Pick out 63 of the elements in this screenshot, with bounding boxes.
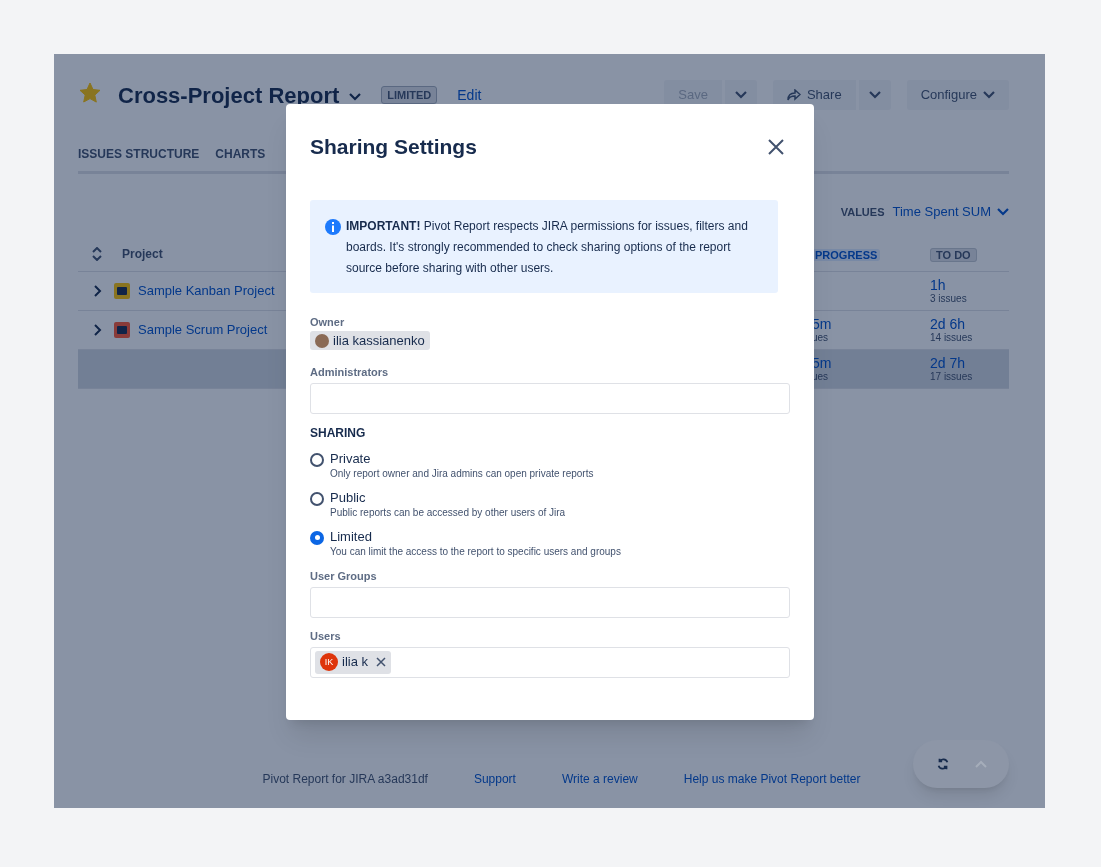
radio-button[interactable] [310,452,324,467]
field-label: Users [310,628,342,643]
chevron-down-icon [734,91,747,99]
option-description: You can limit the access to the report to specific users and groups [330,544,621,559]
option-label: Private [330,449,372,467]
refresh-icon[interactable] [935,757,950,771]
version-text: Pivot Report for JIRA a3ad31df [262,771,428,788]
info-icon [325,219,341,235]
option-label: Limited [330,527,373,545]
values-dropdown[interactable]: Time Spent SUM [892,202,1009,222]
values-label: VALUES [840,204,885,220]
tab[interactable]: ISSUES STRUCTURE [78,144,200,167]
time-value[interactable]: 2d 7h [930,355,1009,372]
section-heading: SHARING [310,425,367,441]
close-icon[interactable] [768,139,784,155]
footer-link[interactable]: Support [473,770,516,788]
configure-button[interactable]: Configure [906,80,1009,110]
project-link[interactable]: Sample Kanban Project [138,281,275,301]
toolbar-button[interactable]: Share [772,80,856,110]
project-icon [114,322,130,338]
issue-count: 3 issues [930,293,968,305]
status-badge: LIMITED [381,85,438,105]
avatar [315,333,329,348]
dialog-title: Sharing Settings [310,134,477,161]
field-label: Administrators [310,364,390,379]
user-chip: IK ilia k [315,650,391,674]
chevron-down-icon [997,208,1009,216]
notice-text: IMPORTANT! Pivot Report respects JIRA permissions for issues, filters and boards. It's strongly recommended to check sharing options of the report source before sharing with other users. [346,218,749,277]
project-icon [114,283,130,299]
input-field[interactable] [310,586,790,618]
input-field[interactable]: IK ilia k [310,646,790,678]
project-link[interactable]: Sample Scrum Project [138,320,268,340]
chevron-down-icon [983,91,995,99]
edit-link[interactable]: Edit [457,84,482,106]
option-description: Only report owner and Jira admins can open private reports [330,466,594,481]
user-avatar: IK [320,653,338,671]
column-header: Project [122,245,163,263]
star-icon[interactable] [78,81,102,105]
radio-button[interactable] [310,491,324,506]
issue-count: 17 issues [930,371,974,383]
tab[interactable]: CHARTS [215,144,266,167]
status-header: PROGRESS [812,248,881,261]
share-icon [786,89,801,101]
option-label: Public [330,488,367,506]
time-value[interactable]: 2d 6h [930,316,1009,333]
issue-count: 14 issues [930,332,974,344]
expand-icon[interactable] [94,324,102,336]
field-label: Owner [310,315,346,329]
expand-icon[interactable] [94,285,102,297]
field-label: User Groups [310,568,378,583]
owner-chip: ilia kassianenko [310,331,430,350]
chevron-down-icon [349,93,362,101]
option-description: Public reports can be accessed by other users of Jira [330,505,566,520]
status-header: TO DO [930,247,977,262]
remove-icon[interactable] [376,657,386,667]
chevron-down-icon [868,91,881,99]
footer-link[interactable]: Help us make Pivot Report better [683,770,861,788]
sort-icon[interactable] [92,246,102,261]
footer-link[interactable]: Write a review [561,770,638,788]
input-field[interactable] [310,382,790,414]
report-title: Cross-Project Report [118,81,340,110]
radio-button[interactable] [310,530,324,545]
time-value[interactable]: 1h [930,277,1009,294]
